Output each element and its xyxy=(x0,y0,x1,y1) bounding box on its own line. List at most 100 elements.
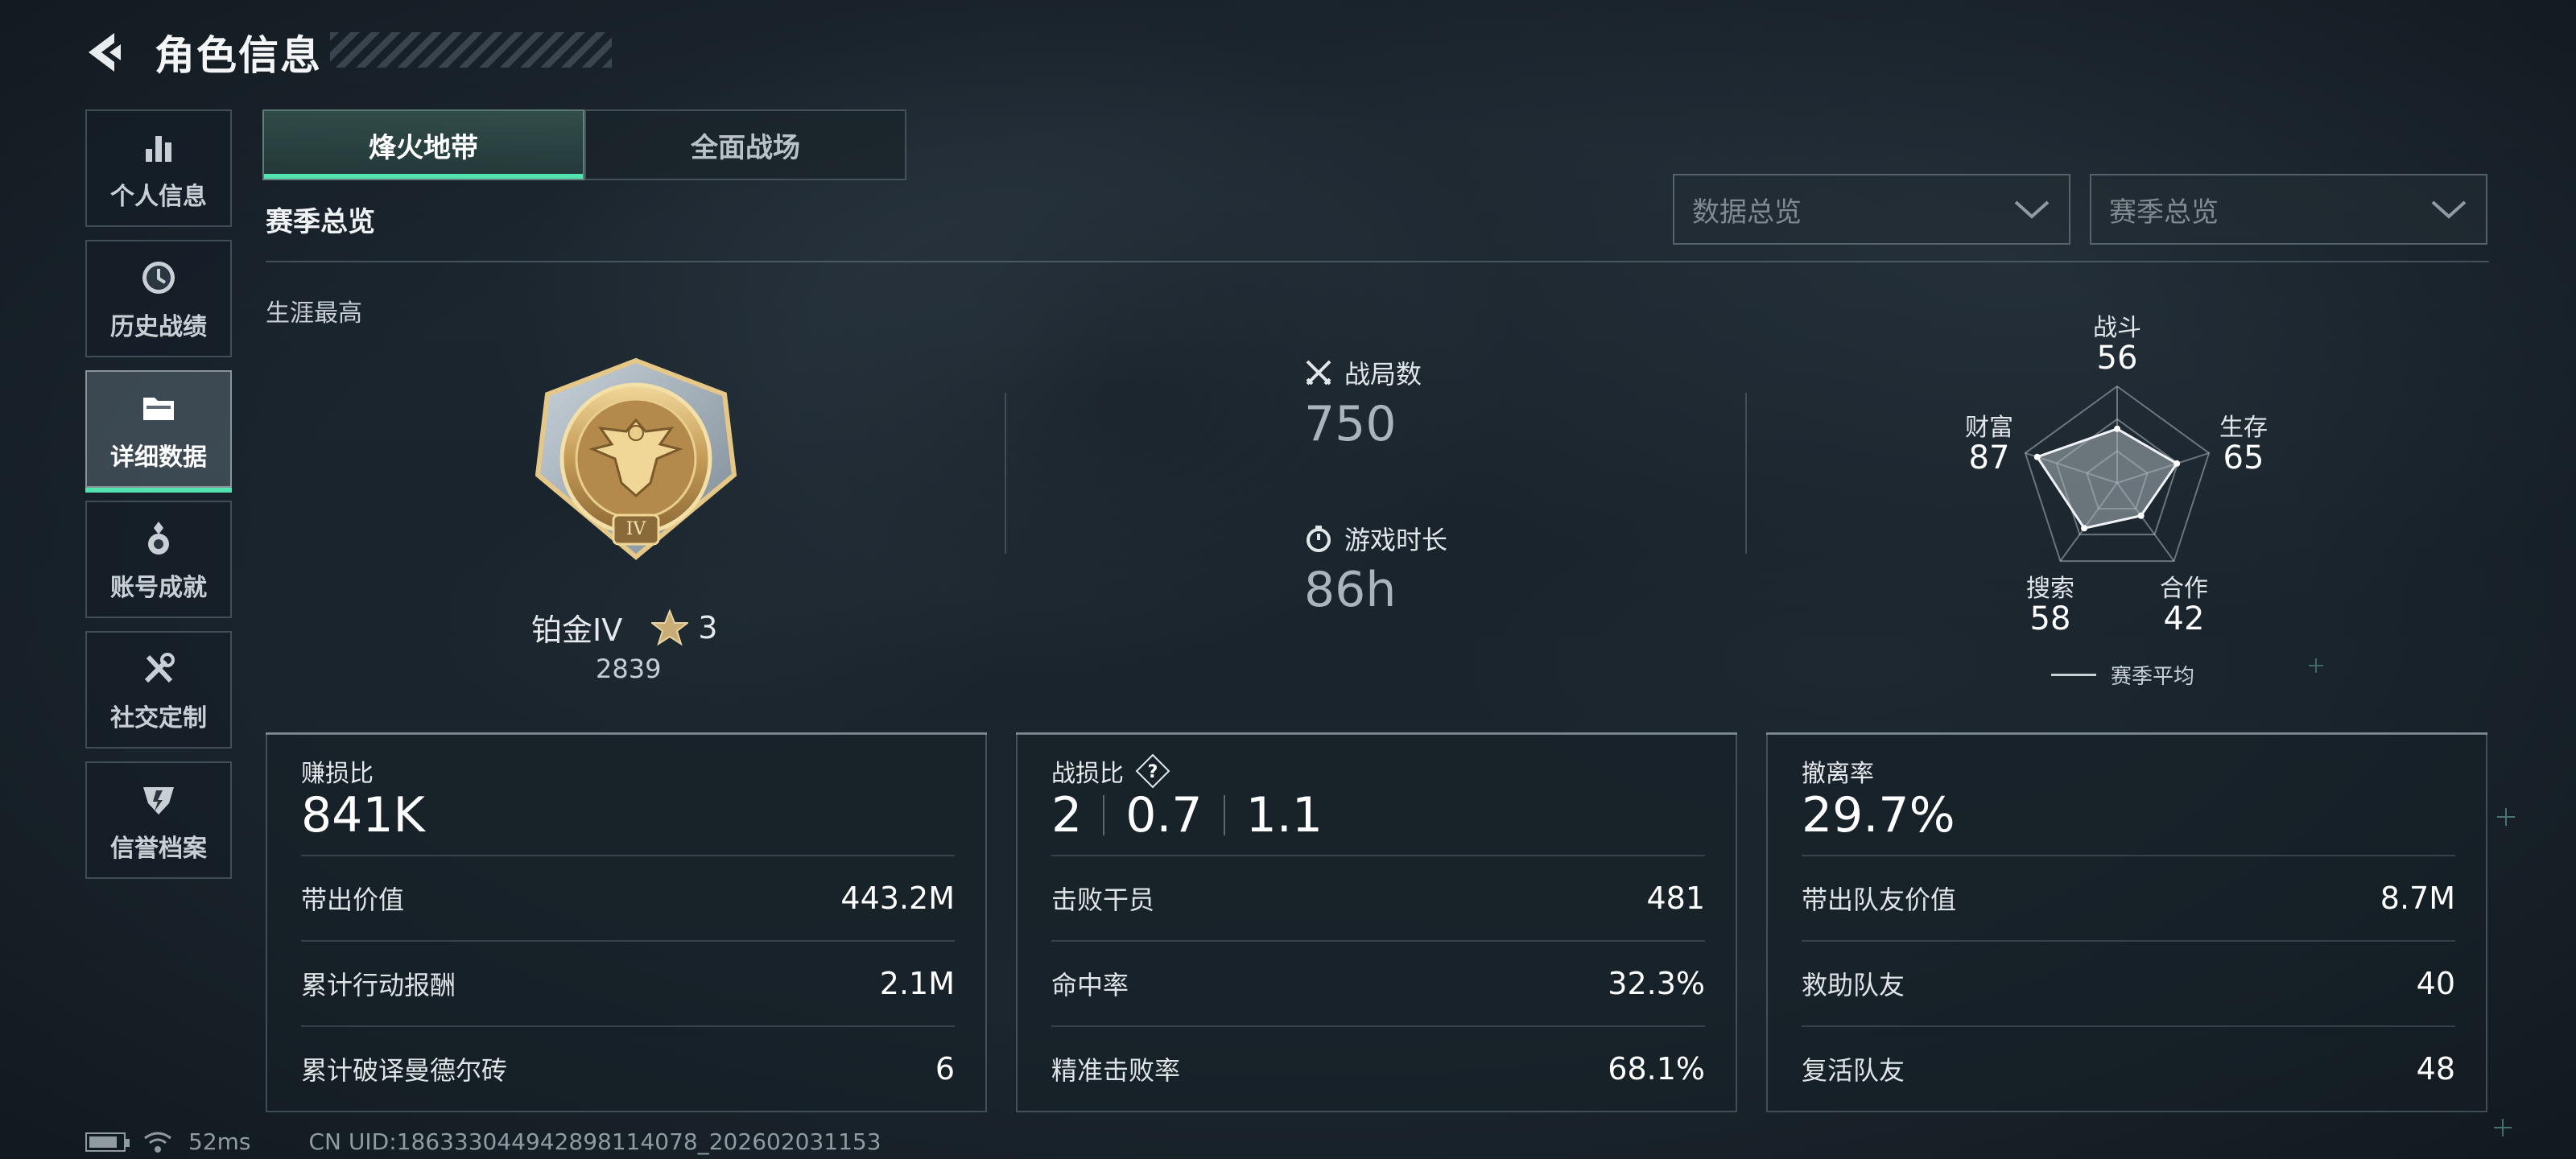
row-label: 复活队友 xyxy=(1802,1055,1905,1086)
mode-tabs: 烽火地带 全面战场 xyxy=(262,109,906,180)
card-title: 战损比 xyxy=(1051,760,1124,788)
vertical-divider xyxy=(1005,393,1006,554)
table-row: 精准击败率 68.1% xyxy=(1051,1025,1705,1111)
sidebar-item-personal-info[interactable]: 个人信息 xyxy=(85,109,232,227)
radar-value-combat: 56 xyxy=(2096,340,2138,377)
radar-point xyxy=(2033,453,2041,460)
section-title: 赛季总览 xyxy=(266,206,375,238)
radar-point xyxy=(2174,460,2181,467)
stopwatch-icon xyxy=(1307,526,1331,552)
row-label: 救助队友 xyxy=(1802,970,1905,1000)
kd-separator xyxy=(1103,795,1105,835)
header-decoration xyxy=(330,32,612,68)
row-value: 6 xyxy=(935,1051,955,1087)
card-title-row: 战损比 ? xyxy=(1051,753,1170,789)
tab-total-war[interactable]: 全面战场 xyxy=(584,109,906,180)
crossed-swords-icon xyxy=(1306,360,1331,386)
table-row: 复活队友 48 xyxy=(1802,1025,2455,1111)
sidebar-item-history[interactable]: 历史战绩 xyxy=(85,240,232,357)
table-row: 救助队友 40 xyxy=(1802,940,2455,1025)
rank-stars-count: 3 xyxy=(698,609,718,645)
rank-name: 铂金IV xyxy=(531,612,623,648)
radar-value-survival: 65 xyxy=(2223,439,2264,476)
card-big-value: 29.7% xyxy=(1802,787,1955,843)
row-label: 精准击败率 xyxy=(1051,1055,1181,1086)
radar-label-combat: 战斗 xyxy=(2093,314,2141,342)
vertical-divider xyxy=(1745,393,1747,554)
data-overview-dropdown[interactable]: 数据总览 xyxy=(1673,174,2070,245)
radar-label-survival: 生存 xyxy=(2219,414,2268,442)
row-value: 48 xyxy=(2416,1051,2455,1087)
row-label: 击败干员 xyxy=(1051,885,1155,915)
ping-text: 52ms xyxy=(188,1128,251,1155)
wifi-icon xyxy=(144,1132,171,1153)
table-row: 累计行动报酬 2.1M xyxy=(301,940,955,1025)
row-label: 累计破译曼德尔砖 xyxy=(301,1055,508,1086)
row-value: 2.1M xyxy=(879,966,955,1001)
sidebar-item-label: 账号成就 xyxy=(110,574,207,602)
row-label: 带出队友价值 xyxy=(1802,885,1957,915)
sidebar-item-credit[interactable]: 信誉档案 xyxy=(85,761,232,879)
matches-value: 750 xyxy=(1304,396,1397,452)
rank-score: 2839 xyxy=(596,654,662,684)
sidebar-item-label: 个人信息 xyxy=(110,183,207,211)
radar-point xyxy=(2137,512,2145,519)
back-arrow-icon[interactable] xyxy=(80,28,129,76)
kd-values: 2 0.7 1.1 xyxy=(1051,787,1323,843)
achievement-medal-icon xyxy=(136,516,181,561)
row-label: 带出价值 xyxy=(301,885,405,915)
radar-value-wealth: 87 xyxy=(1968,439,2010,476)
kd-separator xyxy=(1223,795,1225,835)
history-clock-icon xyxy=(136,255,181,300)
dropdown-label: 数据总览 xyxy=(1692,196,1802,229)
row-value: 40 xyxy=(2416,966,2455,1001)
dropdown-label: 赛季总览 xyxy=(2109,196,2219,229)
table-row: 带出队友价值 8.7M xyxy=(1802,855,2455,940)
page-title: 角色信息 xyxy=(155,32,322,79)
sidebar-item-label: 社交定制 xyxy=(110,704,207,732)
row-value: 443.2M xyxy=(840,881,955,916)
header: 角色信息 xyxy=(80,24,322,80)
battery-icon xyxy=(85,1132,130,1152)
status-bar: 52ms CN UID:18633304494289811407­8_20260… xyxy=(85,1128,881,1155)
bar-chart-icon xyxy=(136,125,181,170)
radar-point xyxy=(2114,425,2120,432)
kd-value-2: 0.7 xyxy=(1125,787,1203,843)
profit-card: 赚损比 841K 带出价值 443.2M 累计行动报酬 2.1M 累计破译曼德尔… xyxy=(266,732,987,1112)
legend-line xyxy=(2051,674,2096,676)
table-row: 击败干员 481 xyxy=(1051,855,1705,940)
corner-mark-icon xyxy=(2309,658,2323,673)
sidebar-item-label: 历史战绩 xyxy=(110,313,207,341)
radar-label-cooperation: 合作 xyxy=(2160,575,2208,603)
kd-card: 战损比 ? 2 0.7 1.1 击败干员 481 命中率 32.3% 精准击败率… xyxy=(1016,732,1737,1112)
table-row: 带出价值 443.2M xyxy=(301,855,955,940)
sidebar-item-social[interactable]: 社交定制 xyxy=(85,631,232,749)
sidebar-item-achievements[interactable]: 账号成就 xyxy=(85,501,232,618)
credit-badge-icon xyxy=(136,777,181,822)
radar-label-wealth: 财富 xyxy=(1965,414,2013,442)
radar-value-polygon xyxy=(2035,427,2179,530)
row-value: 8.7M xyxy=(2380,881,2455,916)
season-overview-dropdown[interactable]: 赛季总览 xyxy=(2090,174,2487,245)
help-icon[interactable]: ? xyxy=(1135,753,1170,789)
table-row: 累计破译曼德尔砖 6 xyxy=(301,1025,955,1111)
ability-radar: 战斗 56 生存 65 合作 42 搜索 58 财富 87 xyxy=(1948,298,2286,700)
radar-label-search: 搜索 xyxy=(2026,575,2074,603)
kd-value-3: 1.1 xyxy=(1245,787,1323,843)
sidebar-item-label: 信誉档案 xyxy=(110,835,207,863)
matches-stat: 战局数 750 xyxy=(1304,354,1422,452)
tab-hazard-zone[interactable]: 烽火地带 xyxy=(262,109,584,180)
row-value: 68.1% xyxy=(1608,1051,1705,1087)
corner-mark-icon xyxy=(2494,1119,2512,1136)
card-big-value: 841K xyxy=(301,787,425,843)
sidebar-item-label: 详细数据 xyxy=(110,443,207,472)
kd-value-1: 2 xyxy=(1051,787,1083,843)
radar-value-cooperation: 42 xyxy=(2163,600,2205,637)
card-title: 撤离率 xyxy=(1802,760,1874,788)
row-label: 累计行动报酬 xyxy=(301,970,456,1000)
tools-icon xyxy=(136,646,181,691)
rank-numeral: IV xyxy=(625,519,646,539)
uid-text: CN UID:18633304494289811407­8_2026020311… xyxy=(308,1128,881,1155)
sidebar-item-detailed-data[interactable]: 详细数据 xyxy=(85,370,232,493)
corner-mark-icon xyxy=(2497,808,2515,826)
